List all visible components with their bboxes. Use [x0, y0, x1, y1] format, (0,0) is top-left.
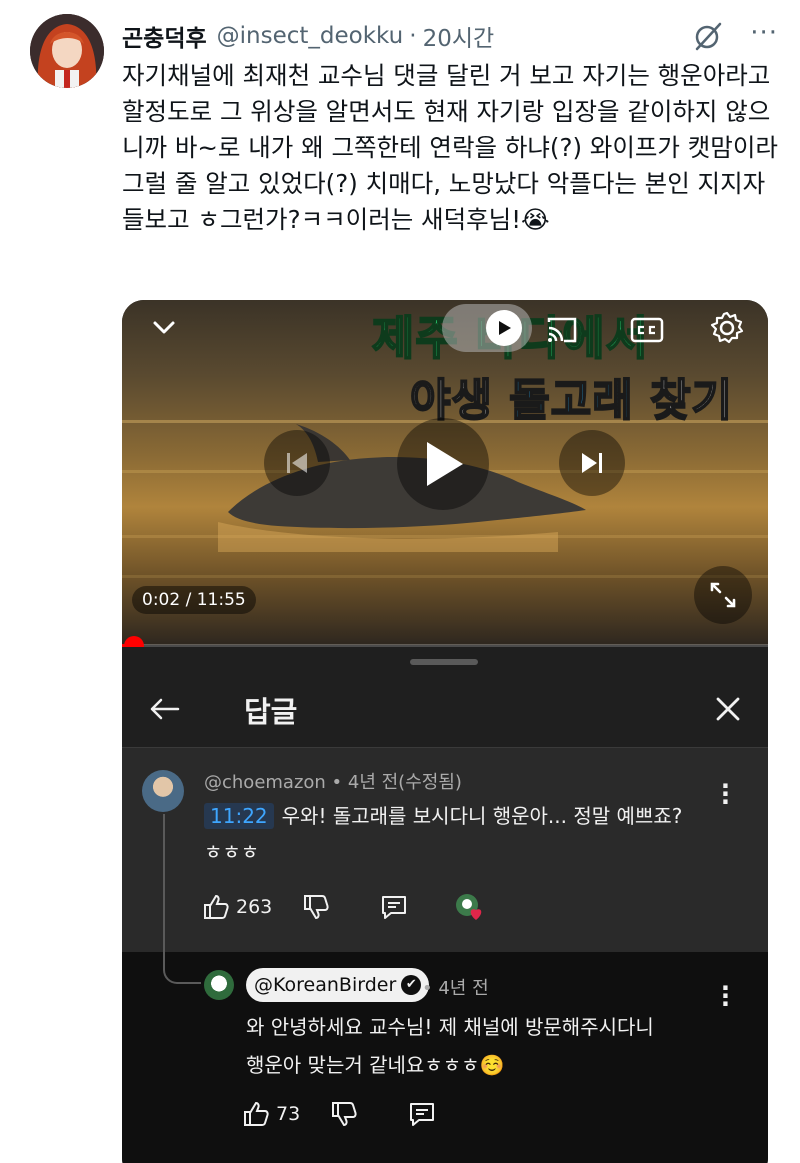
dislike-button[interactable]	[302, 893, 330, 921]
comment-icon	[382, 896, 407, 919]
play-icon	[486, 310, 522, 346]
comment-text-line2: ㅎㅎㅎ	[204, 840, 260, 864]
autoplay-toggle[interactable]	[442, 304, 532, 352]
comment-timestamp-link[interactable]: 11:22	[204, 803, 274, 829]
reply-comment: @KoreanBirder ✔ • 4년 전 · · · 와 안녕하세요 교수님! …	[122, 952, 768, 1163]
reply-text-line1: 와 안녕하세요 교수님! 제 채널에 방문해주시다니	[246, 1015, 654, 1039]
play-pause-button[interactable]	[397, 418, 489, 510]
reply-menu-icon[interactable]: · · ·	[721, 976, 730, 1016]
settings-icon[interactable]	[707, 308, 747, 348]
comment-body: 11:22 우와! 돌고래를 보시다니 행운아... 정말 예쁘죠? ㅎㅎㅎ	[204, 798, 714, 870]
fullscreen-icon[interactable]	[694, 566, 752, 624]
tweet-time[interactable]: 20시간	[423, 19, 495, 53]
creator-mention-pill[interactable]: @KoreanBirder ✔	[246, 968, 430, 1002]
cast-icon[interactable]	[542, 310, 582, 350]
parent-comment: @choemazon • 4년 전(수정됨) · · · 11:22 우와! 돌고래를…	[122, 748, 768, 1114]
reply-avatar[interactable]	[204, 970, 234, 1000]
video-title-prefix: 야생	[409, 374, 510, 427]
play-icon	[427, 442, 463, 486]
sheet-header: 답글	[122, 675, 768, 747]
user-handle[interactable]: @insect_deokku	[217, 23, 404, 49]
captions-icon[interactable]	[627, 312, 667, 348]
video-player[interactable]: 제주 바다에서 야생 돌고래 찾기 0:02 / 11:55	[122, 300, 768, 645]
like-count: 263	[236, 896, 273, 918]
thumbs-down-icon	[332, 1102, 357, 1127]
separator-dot: ·	[409, 23, 417, 49]
tweet-header: 곤충덕후 @insect_deokku · 20시간 ···	[122, 16, 780, 56]
close-icon[interactable]	[708, 689, 748, 729]
tweet-text: 자기채널에 최재천 교수님 댓글 달린 거 보고 자기는 행운아라고 할정도로 …	[122, 61, 786, 234]
media-card[interactable]: 제주 바다에서 야생 돌고래 찾기 0:02 / 11:55 답글 @choem…	[122, 300, 768, 1163]
reply-text-line2: 행운아 맞는거 같네요ㅎㅎㅎ☺️	[246, 1053, 505, 1077]
reply-author: @KoreanBirder	[254, 974, 397, 996]
drag-handle[interactable]	[410, 659, 478, 665]
comment-text-line1: 우와! 돌고래를 보시다니 행운아... 정말 예쁘죠?	[281, 804, 683, 828]
comment-author[interactable]: @choemazon • 4년 전(수정됨)	[204, 768, 462, 794]
like-button[interactable]: 263	[202, 893, 272, 921]
reply-like-button[interactable]: 73	[242, 1100, 300, 1128]
display-name[interactable]: 곤충덕후	[122, 19, 207, 53]
reply-actions: 73	[242, 1100, 436, 1128]
video-title-line2: 야생 돌고래 찾기	[409, 364, 734, 428]
next-icon[interactable]	[559, 430, 625, 496]
thumbs-up-icon	[204, 894, 229, 919]
reply-time: • 4년 전	[422, 978, 489, 999]
thumbs-down-icon	[304, 895, 329, 920]
water-ripple	[122, 575, 768, 578]
creator-heart-badge	[454, 892, 488, 922]
previous-icon[interactable]	[264, 430, 330, 496]
commenter-avatar[interactable]	[142, 770, 184, 812]
back-arrow-icon[interactable]	[144, 689, 184, 729]
sheet-title: 답글	[244, 695, 298, 729]
grok-icon[interactable]	[692, 20, 724, 52]
comment-menu-icon[interactable]: · · ·	[721, 774, 730, 814]
profile-avatar[interactable]	[30, 14, 104, 88]
video-title-suffix: 찾기	[633, 374, 734, 427]
tweet: 곤충덕후 @insect_deokku · 20시간 ··· 자기채널에 최재천…	[0, 0, 800, 1163]
video-title-highlight: 돌고래	[508, 374, 634, 427]
reply-body: 와 안녕하세요 교수님! 제 채널에 방문해주시다니 행운아 맞는거 같네요ㅎㅎ…	[246, 1008, 726, 1084]
verified-icon: ✔	[401, 975, 422, 995]
heart-icon	[456, 894, 482, 920]
thread-connector	[163, 952, 201, 984]
reply-button[interactable]	[380, 893, 408, 921]
thumbs-up-icon	[244, 1101, 269, 1126]
more-options-icon[interactable]: ···	[750, 18, 778, 48]
video-time: 0:02 / 11:55	[132, 586, 256, 614]
replies-sheet: 답글 @choemazon • 4년 전(수정됨) · · · 11:22 우와! 돌…	[122, 647, 768, 1163]
comment-actions: 263	[202, 892, 488, 922]
reply-dislike-button[interactable]	[330, 1100, 358, 1128]
comment-icon	[410, 1103, 435, 1126]
reply-reply-button[interactable]	[408, 1100, 436, 1128]
chevron-down-icon[interactable]	[144, 308, 184, 348]
reply-like-count: 73	[276, 1103, 301, 1125]
